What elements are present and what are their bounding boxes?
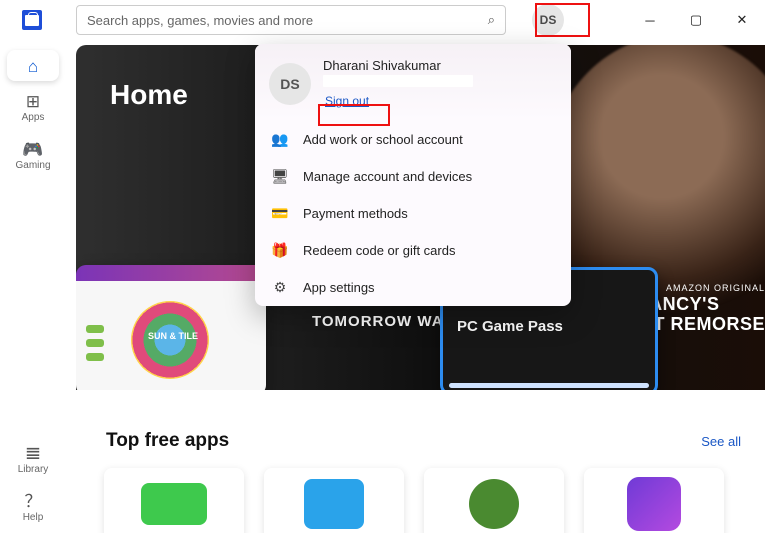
hero-thumb-card[interactable]: SUN & TILE bbox=[76, 265, 266, 390]
nav-apps[interactable]: ⊞ Apps bbox=[7, 85, 59, 129]
menu-redeem-code[interactable]: 🎁 Redeem code or gift cards bbox=[255, 232, 571, 269]
app-card[interactable] bbox=[584, 468, 724, 533]
pc-game-pass-progress bbox=[449, 383, 649, 388]
search-input[interactable]: Search apps, games, movies and more ⌕ bbox=[76, 5, 506, 35]
account-email-redacted bbox=[323, 75, 473, 87]
account-name: Dharani Shivakumar bbox=[323, 58, 473, 73]
dropdown-header: DS Dharani Shivakumar Sign out bbox=[255, 44, 571, 121]
app-card[interactable] bbox=[104, 468, 244, 533]
see-all-link[interactable]: See all bbox=[701, 434, 741, 449]
window-controls: ─ ▢ ✕ bbox=[627, 0, 765, 40]
dropdown-avatar: DS bbox=[269, 63, 311, 105]
gaming-icon: 🎮 bbox=[22, 141, 43, 158]
nav-library[interactable]: 𝌆 Library bbox=[7, 437, 59, 481]
home-icon: ⌂ bbox=[28, 58, 38, 75]
page-title: Home bbox=[110, 79, 188, 111]
section-title: Top free apps bbox=[106, 430, 229, 452]
menu-payment-methods[interactable]: 💳 Payment methods bbox=[255, 195, 571, 232]
menu-label: Add work or school account bbox=[303, 132, 463, 147]
app-card[interactable] bbox=[424, 468, 564, 533]
nav-home[interactable]: ⌂ Home bbox=[7, 50, 59, 81]
menu-label: Payment methods bbox=[303, 206, 408, 221]
people-icon: 👥 bbox=[271, 131, 289, 148]
store-logo-icon bbox=[22, 10, 42, 30]
menu-label: Manage account and devices bbox=[303, 169, 472, 184]
apps-row bbox=[76, 456, 765, 533]
maximize-button[interactable]: ▢ bbox=[673, 0, 719, 40]
menu-label: Redeem code or gift cards bbox=[303, 243, 455, 258]
search-icon[interactable]: ⌕ bbox=[488, 12, 495, 28]
menu-app-settings[interactable]: ⚙ App settings bbox=[255, 269, 571, 306]
hero-text-amazon: AMAZON ORIGINAL bbox=[666, 283, 765, 293]
menu-add-work-account[interactable]: 👥 Add work or school account bbox=[255, 121, 571, 158]
gear-icon: ⚙ bbox=[271, 279, 289, 296]
close-button[interactable]: ✕ bbox=[719, 0, 765, 40]
account-avatar-button[interactable]: DS bbox=[532, 4, 564, 36]
app-card[interactable] bbox=[264, 468, 404, 533]
top-free-apps-section: Top free apps See all bbox=[76, 420, 765, 533]
devices-icon: 🖥 bbox=[271, 168, 289, 185]
help-icon: ？ bbox=[25, 493, 42, 510]
apps-icon: ⊞ bbox=[26, 93, 40, 110]
title-bar: Search apps, games, movies and more ⌕ DS… bbox=[0, 0, 765, 40]
account-dropdown: DS Dharani Shivakumar Sign out 👥 Add wor… bbox=[255, 44, 571, 306]
nav-help[interactable]: ？ Help bbox=[7, 485, 59, 529]
nav-gaming[interactable]: 🎮 Gaming bbox=[7, 133, 59, 177]
hero-text-tomorrow: TOMORROW WAR bbox=[312, 313, 455, 330]
menu-label: App settings bbox=[303, 280, 375, 295]
card-icon: 💳 bbox=[271, 205, 289, 222]
pc-game-pass-label: PC Game Pass bbox=[457, 318, 563, 335]
search-placeholder: Search apps, games, movies and more bbox=[87, 13, 313, 28]
nav-rail: ⌂ Home ⊞ Apps 🎮 Gaming 𝌆 Library ？ Help bbox=[0, 40, 66, 533]
gift-icon: 🎁 bbox=[271, 242, 289, 259]
menu-manage-account[interactable]: 🖥 Manage account and devices bbox=[255, 158, 571, 195]
library-icon: 𝌆 bbox=[25, 445, 40, 462]
sign-out-link[interactable]: Sign out bbox=[323, 93, 371, 109]
minimize-button[interactable]: ─ bbox=[627, 0, 673, 40]
